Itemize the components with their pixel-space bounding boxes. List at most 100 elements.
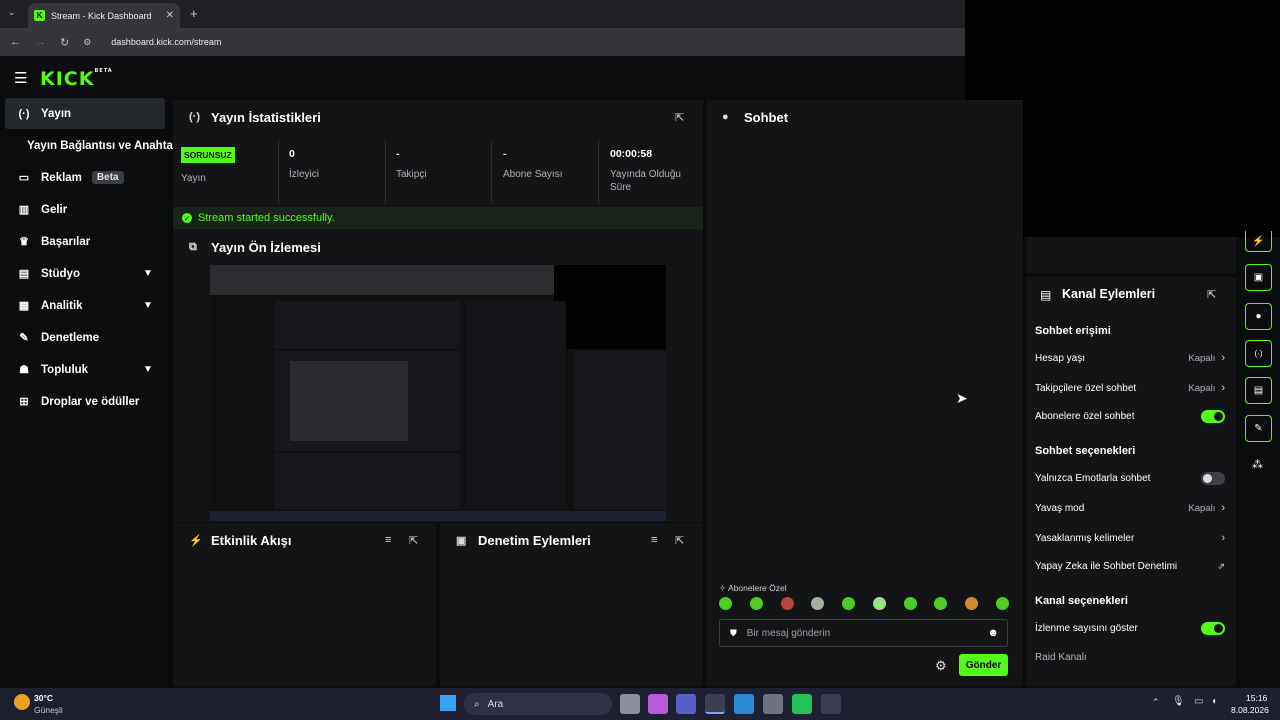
rail-document-icon[interactable]: ▣ [1245,264,1272,291]
sidebar-item-topluluk[interactable]: ☗ Topluluk ▼ [5,354,165,385]
reload-icon[interactable]: ↻ [60,36,69,49]
rail-chat-icon[interactable]: ● [1245,303,1272,330]
rail-broadcast-icon[interactable]: (·) [1245,340,1272,367]
rail-lightning-icon[interactable]: ⚡ [1245,231,1272,252]
check-circle-icon: ✓ [182,213,192,223]
stream-preview-video[interactable] [210,265,666,521]
row-banned-words[interactable]: Yasaklanmış kelimeler › [1035,532,1225,544]
emote-icon[interactable] [934,597,948,610]
hamburger-menu-icon[interactable]: ☰ [14,69,27,87]
sidebar-item-basarilar[interactable]: ♛ Başarılar [5,226,165,257]
clock-time: 15:16 [1246,693,1268,703]
filter-icon[interactable]: ≡ [651,534,657,546]
rail-layout-icon[interactable]: ▤ [1245,377,1272,404]
windows-taskbar [0,688,1280,720]
display-icon[interactable]: ▭ [1194,696,1203,707]
chevron-right-icon: › [1221,502,1225,514]
drops-icon: ⊞ [19,396,29,408]
new-tab-button[interactable]: + [190,6,198,21]
chat-message-input[interactable]: ⛊ Bir mesaj gönderin ☻ [719,619,1008,647]
url-field[interactable]: dashboard.kick.com/stream [111,37,221,47]
sidebar-item-reklam[interactable]: ▭ Reklam Beta [5,162,165,193]
filter-icon[interactable]: ≡ [385,534,391,546]
emote-icon[interactable] [965,597,979,610]
chrome-icon[interactable] [705,694,725,714]
chat-panel-header: ● Sohbet [706,100,1023,134]
popout-icon[interactable]: ⇱ [1207,288,1216,301]
row-value: Kapalı [1188,382,1216,394]
sidebar-item-studyo[interactable]: ▤ Stüdyo ▼ [5,258,165,289]
rail-wrench-icon[interactable]: ✎ [1245,415,1272,442]
emote-icon[interactable] [995,597,1009,610]
emoji-icon[interactable]: ☻ [987,627,999,639]
kick-logo[interactable]: KICKBETA [40,68,113,90]
stat-label: Süre [610,182,632,193]
copilot-icon[interactable] [648,694,668,714]
emote-icon[interactable] [842,597,856,610]
row-followers-only[interactable]: Takipçilere özel sohbet Kapalı › [1035,382,1225,394]
back-icon[interactable]: ← [10,36,21,48]
sidebar-item-label: Reklam [41,171,82,184]
subscribers-only-toggle[interactable] [1201,410,1225,423]
windows-start-icon[interactable] [440,695,456,711]
task-view-icon[interactable] [620,694,640,714]
emote-icon[interactable] [903,597,917,610]
emote-icon[interactable] [719,597,732,610]
popout-icon[interactable]: ⇱ [675,111,684,124]
sidebar-item-label: Stüdyo [41,267,80,280]
tray-chevron-icon[interactable]: ⌃ [1152,697,1160,708]
microphone-icon[interactable]: 🎙 [1172,696,1185,707]
tab-list-icon[interactable]: ⌄ [8,7,16,18]
close-tab-icon[interactable]: ✕ [166,10,174,21]
send-button[interactable]: Gönder [959,654,1008,676]
kick-favicon-icon: K [34,10,45,21]
activity-panel-header: ⚡ Etkinlik Akışı [173,523,436,557]
search-label: Ara [487,698,504,710]
row-ai-moderation[interactable]: Yapay Zeka ile Sohbet Denetimi ⇗ [1035,561,1225,572]
sidebar-item-yayin[interactable]: (·) Yayın [5,98,165,129]
obs-icon[interactable] [821,694,841,714]
emote-icon[interactable] [780,597,794,610]
emote-icon[interactable] [811,597,825,610]
popout-icon[interactable]: ⇱ [675,534,684,547]
whatsapp-icon[interactable] [792,694,812,714]
row-subscribers-only: Abonelere özel sohbet [1035,410,1225,423]
emote-icon[interactable] [872,597,886,610]
preview-taskbar [210,511,666,521]
emotes-only-toggle[interactable] [1201,472,1225,485]
row-slow-mode[interactable]: Yavaş mod Kapalı › [1035,502,1225,514]
edge-icon[interactable] [734,694,754,714]
preview-panel-header: ⧉ Yayın Ön İzlemesi [173,230,703,264]
sidebar-item-analitik[interactable]: ▦ Analitik ▼ [5,290,165,321]
channel-actions-title: Kanal Eylemleri [1062,287,1156,301]
weather-sun-icon[interactable] [14,694,30,710]
chevron-down-icon: ▼ [143,364,153,375]
browser-tab[interactable]: K Stream - Kick Dashboard ✕ [28,3,180,28]
sidebar-item-droplar[interactable]: ⊞ Droplar ve ödüller [5,386,165,417]
sidebar-item-denetleme[interactable]: ✎ Denetleme [5,322,165,353]
external-link-icon: ⇗ [1217,561,1225,571]
popout-icon[interactable]: ⇱ [409,534,418,547]
sidebar-item-stream-key[interactable]: Yayın Bağlantısı ve Anahtarı [5,130,181,161]
speaker-icon[interactable]: ◖ [1211,696,1217,707]
chat-settings-gear-icon[interactable]: ⚙ [935,658,947,674]
show-viewers-toggle[interactable] [1201,622,1225,635]
calculator-icon[interactable] [763,694,783,714]
broadcast-icon: (·) [18,107,30,120]
taskbar-search-box[interactable]: ⌕ Ara [464,693,612,715]
stat-value: 0 [289,148,295,160]
row-label: Raid Kanalı [1035,652,1087,663]
sidebar-item-gelir[interactable]: ▥ Gelir [5,194,165,225]
emote-icon[interactable] [749,597,763,610]
row-emotes-only: Yalnızca Emotlarla sohbet [1035,472,1225,485]
forward-icon[interactable]: → [35,36,46,48]
trophy-icon: ♛ [19,236,29,248]
rail-share-icon[interactable]: ⁂ [1252,458,1263,471]
sidebar-item-label: Yayın Bağlantısı ve Anahtarı [27,139,181,152]
row-account-age[interactable]: Hesap yaşı Kapalı › [1035,352,1225,364]
teams-icon[interactable] [676,694,696,714]
row-raid-channel[interactable]: Raid Kanalı [1035,652,1225,663]
site-info-icon[interactable]: ⚙ [83,37,91,48]
sidebar-item-label: Başarılar [41,235,91,248]
tab-title: Stream - Kick Dashboard [51,10,152,21]
